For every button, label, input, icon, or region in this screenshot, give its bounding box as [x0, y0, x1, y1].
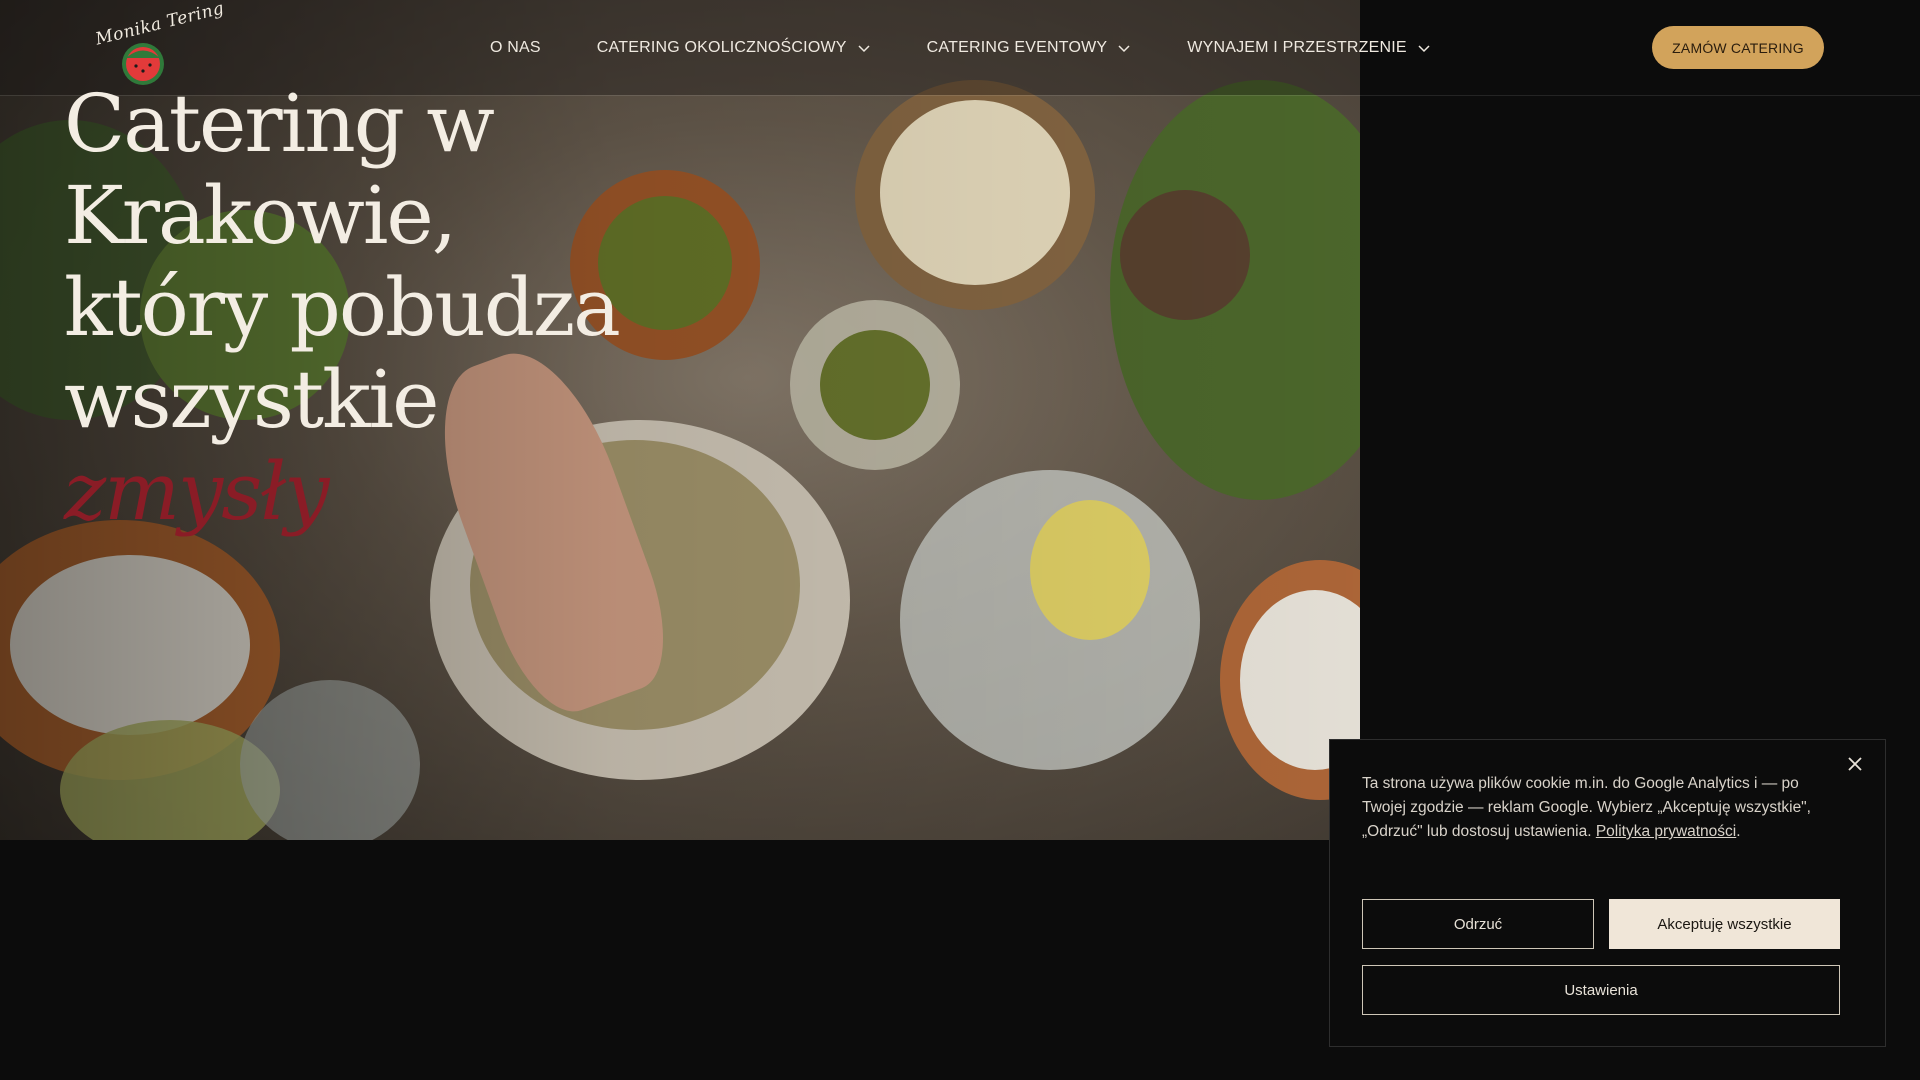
accept-all-button[interactable]: Akceptuję wszystkie	[1609, 899, 1840, 949]
cookie-message: Ta strona używa plików cookie m.in. do G…	[1362, 775, 1811, 840]
hero-headline: Catering w Krakowie, który pobudza wszys…	[64, 77, 621, 538]
cookie-period: .	[1736, 823, 1741, 840]
main-nav: O NAS CATERING OKOLICZNOŚCIOWY CATERING …	[490, 0, 1487, 95]
order-catering-button[interactable]: ZAMÓW CATERING	[1652, 26, 1824, 69]
headline-line: Krakowie,	[64, 169, 457, 262]
headline-line: Catering w	[64, 77, 495, 170]
chevron-down-icon	[858, 44, 870, 52]
privacy-policy-link[interactable]: Polityka prywatności	[1596, 823, 1736, 840]
nav-item-label: CATERING OKOLICZNOŚCIOWY	[596, 38, 847, 56]
close-icon[interactable]	[1843, 752, 1867, 776]
reject-button[interactable]: Odrzuć	[1362, 899, 1594, 949]
nav-item-o-nas[interactable]: O NAS	[490, 39, 541, 57]
nav-item-catering-okolicznosciowy[interactable]: CATERING OKOLICZNOŚCIOWY	[597, 39, 871, 57]
cookie-text: Ta strona używa plików cookie m.in. do G…	[1362, 772, 1822, 844]
headline-line: wszystkie	[64, 353, 439, 446]
nav-item-label: O NAS	[490, 38, 541, 56]
headline-line: który pobudza	[64, 261, 621, 354]
nav-item-label: CATERING EVENTOWY	[926, 38, 1108, 56]
chevron-down-icon	[1118, 44, 1130, 52]
logo[interactable]: Monika Tering	[92, 0, 226, 86]
nav-item-label: WYNAJEM I PRZESTRZENIE	[1187, 38, 1407, 56]
cookie-banner: Ta strona używa plików cookie m.in. do G…	[1329, 739, 1886, 1047]
nav-item-catering-eventowy[interactable]: CATERING EVENTOWY	[927, 39, 1132, 57]
nav-item-wynajem[interactable]: WYNAJEM I PRZESTRZENIE	[1187, 39, 1431, 57]
settings-button[interactable]: Ustawienia	[1362, 965, 1840, 1015]
chevron-down-icon	[1418, 44, 1430, 52]
headline-accent: zmysły	[64, 445, 329, 538]
